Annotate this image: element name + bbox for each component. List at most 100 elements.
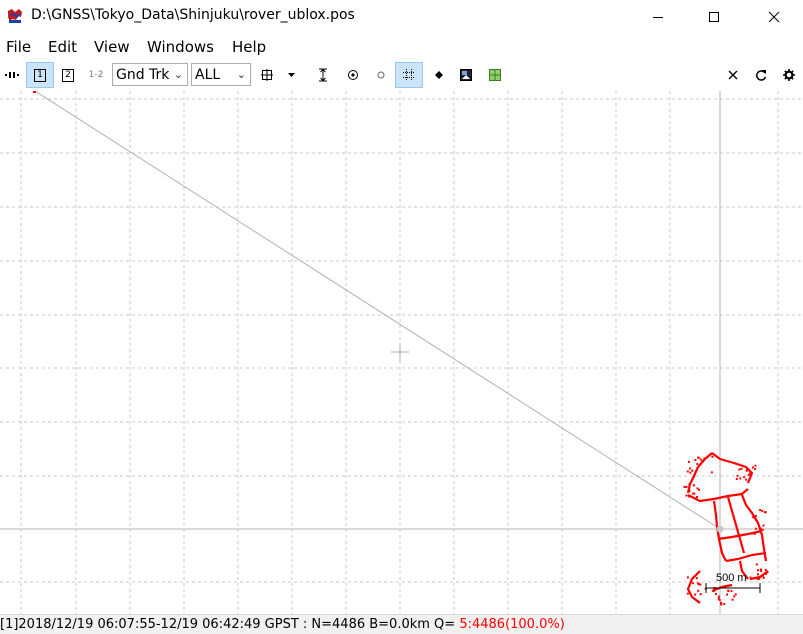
show-google-earth-button[interactable] — [486, 62, 504, 88]
track-point — [692, 492, 695, 495]
track-point — [762, 524, 765, 527]
menu-windows[interactable]: Windows — [147, 38, 214, 56]
clear-button[interactable] — [723, 62, 743, 88]
show-map-button[interactable] — [457, 62, 475, 88]
track-point — [694, 593, 697, 596]
track-point — [685, 494, 688, 497]
plot-type-value: Gnd Trk — [116, 66, 170, 83]
track-point — [763, 511, 766, 514]
menu-help[interactable]: Help — [232, 38, 266, 56]
solution12-button[interactable]: 1-2 — [84, 62, 108, 88]
track-point — [751, 466, 754, 469]
track-point — [720, 601, 723, 604]
track-point — [712, 590, 715, 593]
track-point — [686, 592, 689, 595]
menu-view[interactable]: View — [94, 38, 130, 56]
track-point — [727, 589, 730, 592]
menu-file[interactable]: File — [6, 38, 31, 56]
track-point — [755, 563, 758, 566]
window-title: D:\GNSS\Tokyo_Data\Shinjuku\rover_ublox.… — [31, 7, 355, 23]
track-point — [697, 589, 700, 592]
title-bar: D:\GNSS\Tokyo_Data\Shinjuku\rover_ublox.… — [0, 0, 803, 33]
maximize-button[interactable] — [691, 0, 737, 33]
toolbar: 1 2 1-2 Gnd Trk ⌄ ALL ⌄ — [0, 59, 803, 92]
track-point — [730, 590, 733, 593]
connect-button[interactable] — [2, 62, 22, 88]
track-segment — [711, 452, 754, 484]
track-point — [693, 484, 696, 487]
show-origin-button[interactable] — [343, 62, 363, 88]
track-point — [696, 487, 699, 490]
gear-icon — [783, 69, 795, 81]
solution2-icon: 2 — [62, 68, 74, 82]
ground-track-plot[interactable]: 500 m — [0, 90, 803, 614]
track-point — [765, 573, 768, 575]
track-point — [689, 471, 692, 474]
track-point — [694, 459, 697, 461]
plot-type-select[interactable]: Gnd Trk ⌄ — [112, 63, 188, 86]
show-marks-button[interactable] — [430, 62, 448, 88]
track-segment — [687, 488, 749, 503]
menu-edit[interactable]: Edit — [48, 38, 77, 56]
track-point — [739, 477, 742, 480]
quality-value: ALL — [195, 66, 221, 83]
minimize-icon — [653, 16, 663, 18]
track-segment — [740, 494, 768, 562]
earth-tile-icon — [489, 69, 501, 81]
track-point — [762, 576, 765, 579]
reload-icon — [756, 70, 767, 81]
track-point — [696, 496, 698, 498]
track-point — [747, 474, 750, 476]
chevron-down-icon: ⌄ — [236, 68, 246, 81]
solution1-button[interactable]: 1 — [26, 62, 54, 88]
chevron-down-icon: ⌄ — [173, 68, 183, 81]
status-text: [1]2018/12/19 06:07:55-12/19 06:42:49 GP… — [0, 617, 460, 632]
track-point — [757, 569, 759, 572]
solution12-label: 1-2 — [88, 70, 104, 80]
track-point — [720, 603, 723, 606]
track-point — [754, 527, 757, 530]
track-point — [752, 516, 755, 519]
app-icon — [6, 7, 24, 25]
track-point — [755, 519, 758, 522]
fit-vertical-button[interactable] — [313, 62, 333, 88]
track-point — [688, 460, 690, 463]
solution1-label: 1 — [37, 69, 43, 80]
track-point — [703, 457, 706, 460]
center-dropdown-button[interactable] — [284, 62, 298, 88]
track-point — [745, 478, 748, 481]
center-crosshair — [391, 344, 409, 361]
track-segment — [725, 551, 767, 563]
track-point — [688, 489, 691, 492]
status-bar: [1]2018/12/19 06:07:55-12/19 06:42:49 GP… — [0, 614, 803, 634]
settings-button[interactable] — [779, 62, 799, 88]
plot-canvas[interactable]: 500 m — [0, 90, 803, 614]
track-point — [723, 603, 726, 605]
minimize-button[interactable] — [635, 0, 681, 33]
track-point — [740, 467, 743, 470]
outlier-line — [34, 90, 721, 530]
reload-button[interactable] — [751, 62, 771, 88]
track-point — [754, 514, 757, 517]
menu-bar: File Edit View Windows Help — [0, 33, 803, 59]
target-icon — [348, 70, 358, 80]
track-point — [762, 574, 764, 577]
center-button[interactable] — [258, 62, 276, 88]
track-point — [683, 485, 686, 488]
track-point — [734, 593, 737, 596]
track-point — [757, 578, 760, 580]
close-window-button[interactable] — [751, 0, 797, 33]
track-point — [699, 593, 702, 596]
quality-select[interactable]: ALL ⌄ — [191, 63, 251, 86]
track-point — [696, 463, 699, 465]
track-point — [726, 593, 728, 596]
track-point — [685, 486, 688, 488]
show-circle-button[interactable] — [372, 62, 390, 88]
solution2-label: 2 — [65, 69, 71, 80]
origin-marker — [716, 525, 724, 533]
solution2-button[interactable]: 2 — [58, 62, 78, 88]
track-point — [731, 598, 734, 601]
map-image-icon — [460, 69, 472, 81]
show-grid-button[interactable] — [395, 62, 423, 88]
track-point — [688, 495, 691, 498]
